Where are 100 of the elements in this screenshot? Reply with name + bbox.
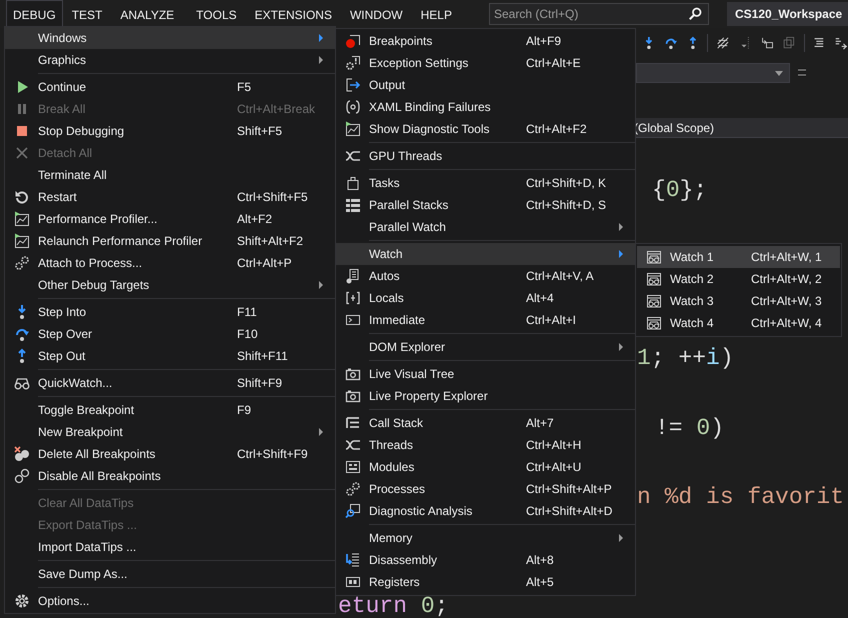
- menu-item[interactable]: DOM Explorer: [336, 336, 635, 358]
- code-line: != 0): [655, 414, 724, 443]
- list-arrow-icon: [344, 552, 360, 568]
- menu-item[interactable]: Watch: [336, 243, 635, 265]
- document-icon: [344, 268, 360, 284]
- menu-item[interactable]: Step Out Shift+F11: [5, 345, 335, 367]
- magnifier-icon: [344, 503, 360, 519]
- indent-icon[interactable]: [760, 35, 774, 51]
- menu-item[interactable]: Other Debug Targets: [5, 274, 335, 296]
- menu-item[interactable]: Terminate All: [5, 164, 335, 186]
- menu-item[interactable]: Immediate Ctrl+Alt+I: [336, 309, 635, 331]
- menu-item[interactable]: Disassembly Alt+8: [336, 549, 635, 571]
- menu-item[interactable]: Memory: [336, 527, 635, 549]
- code-line: eturn 0;: [338, 595, 448, 617]
- menu-item[interactable]: Graphics: [5, 49, 335, 71]
- camera-icon: [344, 366, 360, 382]
- watch-window-icon: [646, 271, 662, 287]
- menu-item[interactable]: XAML Binding Failures: [336, 96, 635, 118]
- menu-item[interactable]: Stop Debugging Shift+F5: [5, 120, 335, 142]
- menu-item[interactable]: Parallel Watch: [336, 216, 635, 238]
- submenu-arrow-icon: [319, 428, 323, 436]
- submenu-arrow-icon: [319, 56, 323, 64]
- menu-item[interactable]: Watch 2 Ctrl+Alt+W, 2: [637, 268, 840, 290]
- watch-window-icon: [646, 249, 662, 265]
- submenu-arrow-icon: [319, 34, 323, 42]
- menu-bar-item[interactable]: WINDOW: [342, 0, 410, 28]
- menu-item[interactable]: Performance Profiler... Alt+F2: [5, 208, 335, 230]
- threads-icon: [344, 437, 360, 453]
- menu-item[interactable]: Delete All Breakpoints Ctrl+Shift+F9: [5, 443, 335, 465]
- comment-icon[interactable]: [834, 35, 848, 51]
- gears-icon: [344, 481, 360, 497]
- menu-bar-item[interactable]: ANALYZE: [113, 0, 182, 28]
- menu-item[interactable]: Disable All Breakpoints: [5, 465, 335, 487]
- gear-icon: [14, 593, 30, 609]
- submenu-arrow-icon: [619, 343, 623, 351]
- menu-item[interactable]: Options...: [5, 590, 335, 612]
- menu-bar-item[interactable]: TOOLS: [189, 0, 244, 28]
- menu-item[interactable]: Attach to Process... Ctrl+Alt+P: [5, 252, 335, 274]
- search-icon[interactable]: [688, 7, 702, 21]
- list-icon: [344, 415, 360, 431]
- terminal-icon: [344, 312, 360, 328]
- code-line: {0};: [652, 176, 708, 205]
- menu-item[interactable]: Windows: [5, 27, 335, 49]
- close-icon: [14, 145, 30, 161]
- hatched-icon[interactable]: [716, 35, 730, 51]
- dots-cross-icon: [14, 446, 30, 462]
- menu-item[interactable]: Step Over F10: [5, 323, 335, 345]
- menu-item[interactable]: Parallel Stacks Ctrl+Shift+D, S: [336, 194, 635, 216]
- menu-bar-item[interactable]: TEST: [64, 0, 110, 28]
- menu-bar-item[interactable]: DEBUG: [6, 0, 63, 28]
- menu-item[interactable]: Relaunch Performance Profiler Shift+Alt+F2: [5, 230, 335, 252]
- linked-circles-icon: [14, 468, 30, 484]
- menu-item[interactable]: Live Visual Tree: [336, 363, 635, 385]
- watch-window-icon: [646, 315, 662, 331]
- menu-item[interactable]: Registers Alt+5: [336, 571, 635, 593]
- menu-item[interactable]: Step Into F11: [5, 301, 335, 323]
- menu-bar-item[interactable]: HELP: [414, 0, 459, 28]
- menu-item[interactable]: Breakpoints Alt+F9: [336, 30, 635, 52]
- menu-item[interactable]: Call Stack Alt+7: [336, 412, 635, 434]
- menu-item[interactable]: Restart Ctrl+Shift+F5: [5, 186, 335, 208]
- menu-item[interactable]: Output: [336, 74, 635, 96]
- menu-item[interactable]: Threads Ctrl+Alt+H: [336, 434, 635, 456]
- camera-icon: [344, 388, 360, 404]
- menu-item[interactable]: GPU Threads: [336, 145, 635, 167]
- braces-icon: [344, 99, 360, 115]
- menu-item[interactable]: New Breakpoint: [5, 421, 335, 443]
- menu-item[interactable]: Exception Settings Ctrl+Alt+E: [336, 52, 635, 74]
- brackets-icon: [344, 290, 360, 306]
- gears-icon: [14, 255, 30, 271]
- menu-item[interactable]: Continue F5: [5, 76, 335, 98]
- workspace-title: CS120_Workspace: [727, 2, 848, 26]
- chart-icon: [14, 211, 30, 227]
- menu-item[interactable]: Tasks Ctrl+Shift+D, K: [336, 172, 635, 194]
- menu-item[interactable]: Modules Ctrl+Alt+U: [336, 456, 635, 478]
- menu-item[interactable]: Show Diagnostic Tools Ctrl+Alt+F2: [336, 118, 635, 140]
- menu-item[interactable]: Autos Ctrl+Alt+V, A: [336, 265, 635, 287]
- menu-item[interactable]: Import DataTips ...: [5, 536, 335, 558]
- menu-item[interactable]: Save Dump As...: [5, 563, 335, 585]
- menu-item[interactable]: Watch 3 Ctrl+Alt+W, 3: [637, 290, 840, 312]
- arrow-right-icon: [344, 77, 360, 93]
- register-icon: [344, 574, 360, 590]
- menu-item[interactable]: Diagnostic Analysis Ctrl+Shift+Alt+D: [336, 500, 635, 522]
- window-icon: [344, 459, 360, 475]
- code-line: 1; ++i): [637, 344, 734, 373]
- submenu-arrow-icon: [619, 223, 623, 231]
- stack-icon[interactable]: [782, 35, 796, 51]
- menu-item[interactable]: Locals Alt+4: [336, 287, 635, 309]
- threads-icon: [344, 148, 360, 164]
- submenu-arrow-icon: [319, 281, 323, 289]
- menu-item[interactable]: Processes Ctrl+Shift+Alt+P: [336, 478, 635, 500]
- menu-item[interactable]: Watch 4 Ctrl+Alt+W, 4: [637, 312, 840, 334]
- curved-arrow-icon: [14, 326, 30, 342]
- search-field[interactable]: Search (Ctrl+Q): [489, 3, 709, 25]
- bag-icon: [344, 175, 360, 191]
- overflow-icon[interactable]: [798, 69, 806, 77]
- menu-bar-item[interactable]: EXTENSIONS: [248, 0, 339, 28]
- menu-item[interactable]: QuickWatch... Shift+F9: [5, 372, 335, 394]
- menu-item[interactable]: Live Property Explorer: [336, 385, 635, 407]
- menu-item[interactable]: Toggle Breakpoint F9: [5, 399, 335, 421]
- menu-item[interactable]: Watch 1 Ctrl+Alt+W, 1: [637, 246, 840, 268]
